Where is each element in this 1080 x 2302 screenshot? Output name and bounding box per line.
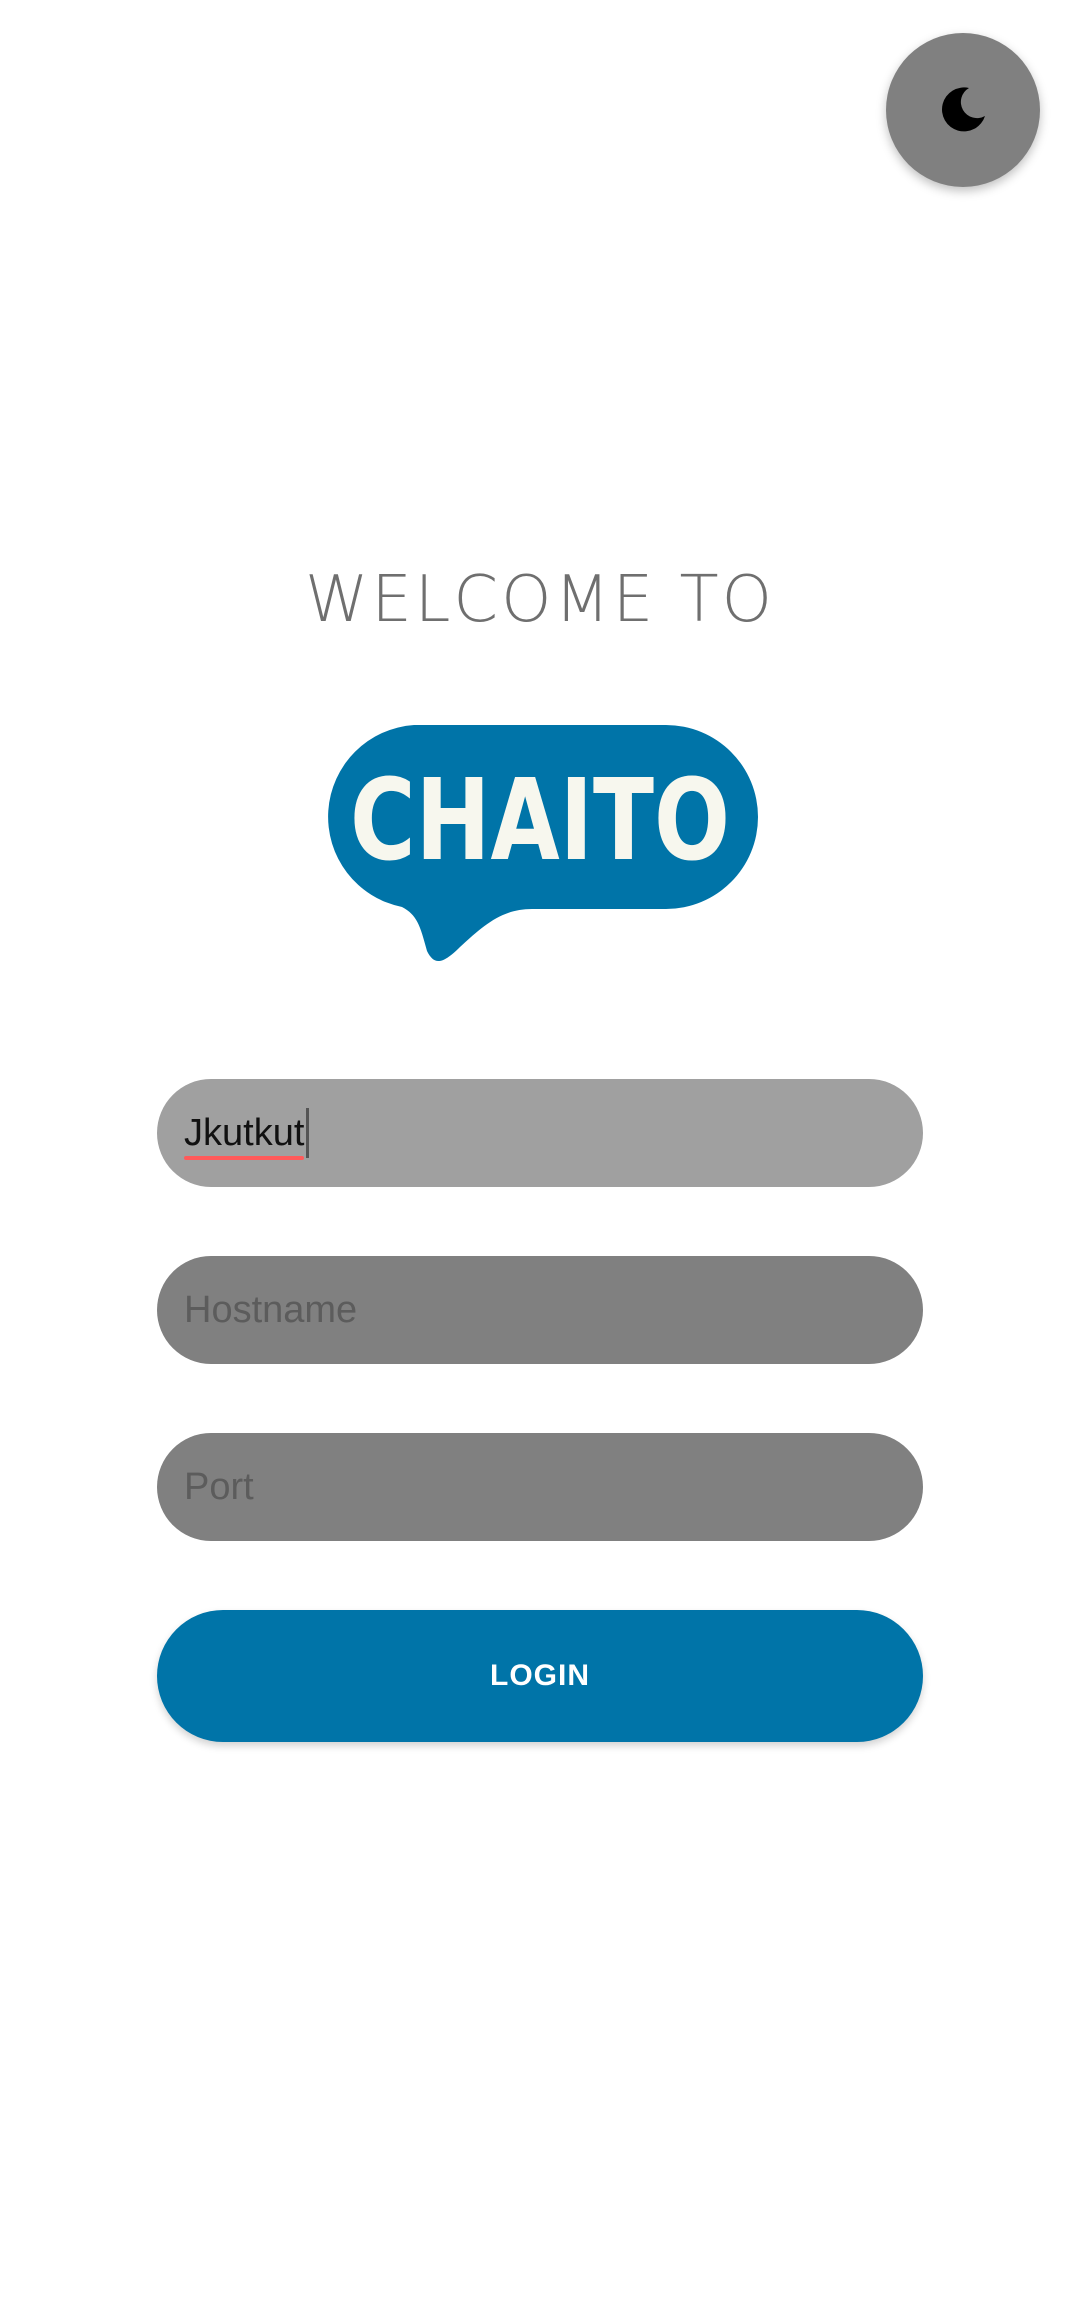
hostname-field[interactable]: Hostname — [157, 1256, 923, 1364]
login-button-label: LOGIN — [490, 1659, 590, 1692]
port-field[interactable]: Port — [157, 1433, 923, 1541]
logo-text: CHAITO — [350, 756, 730, 886]
username-value: Jkutkut — [184, 1111, 305, 1160]
hostname-placeholder: Hostname — [184, 1288, 358, 1331]
chaito-logo: CHAITO — [322, 725, 758, 965]
port-placeholder: Port — [184, 1465, 254, 1508]
welcome-heading: WELCOME TO — [305, 563, 775, 637]
theme-toggle-button[interactable] — [886, 33, 1040, 187]
moon-icon — [935, 82, 991, 138]
username-field[interactable]: Jkutkut — [157, 1079, 923, 1187]
text-caret — [306, 1108, 310, 1158]
login-button[interactable]: LOGIN — [157, 1610, 923, 1742]
